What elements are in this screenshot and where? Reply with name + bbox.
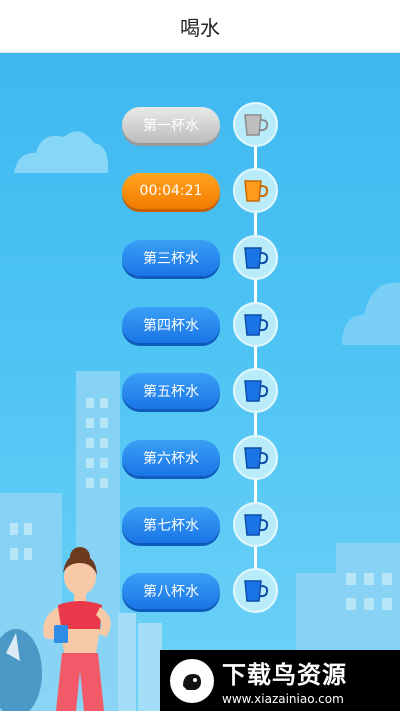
water-scene: 第一杯水 00:04:21 第三杯水 第四杯水 第五杯水 第六杯水 第七杯水 第… — [0, 53, 400, 711]
cup-button-3[interactable]: 第三杯水 — [122, 240, 220, 276]
cup-icon-6 — [233, 435, 278, 480]
cup-button-5[interactable]: 第五杯水 — [122, 373, 220, 409]
cup-icon-3 — [233, 235, 278, 280]
cup-row-5[interactable]: 第五杯水 — [0, 367, 400, 415]
cup-button-4[interactable]: 第四杯水 — [122, 307, 220, 343]
cup-icon-7 — [233, 502, 278, 547]
cup-row-4[interactable]: 第四杯水 — [0, 301, 400, 349]
watermark-url: www.xiazainiao.com — [222, 692, 344, 706]
cup-icon-1 — [233, 102, 278, 147]
cup-icon-5 — [233, 368, 278, 413]
cup-button-1[interactable]: 第一杯水 — [122, 107, 220, 143]
countdown-button[interactable]: 00:04:21 — [122, 173, 220, 209]
page-title: 喝水 — [180, 15, 220, 40]
cup-icon-8 — [233, 568, 278, 613]
app-header: 喝水 — [0, 0, 400, 53]
girl-drinking-illustration — [0, 547, 111, 711]
watermark-banner: 下载鸟资源 www.xiazainiao.com — [160, 650, 400, 711]
cup-row-6[interactable]: 第六杯水 — [0, 434, 400, 482]
cup-row-1[interactable]: 第一杯水 — [0, 101, 400, 149]
watermark-text: 下载鸟资源 — [222, 661, 347, 689]
cup-icon-4 — [233, 302, 278, 347]
cup-button-6[interactable]: 第六杯水 — [122, 440, 220, 476]
cup-icon-2 — [233, 168, 278, 213]
bird-logo-icon — [170, 658, 214, 703]
cup-row-2[interactable]: 00:04:21 — [0, 167, 400, 215]
cup-row-3[interactable]: 第三杯水 — [0, 234, 400, 282]
